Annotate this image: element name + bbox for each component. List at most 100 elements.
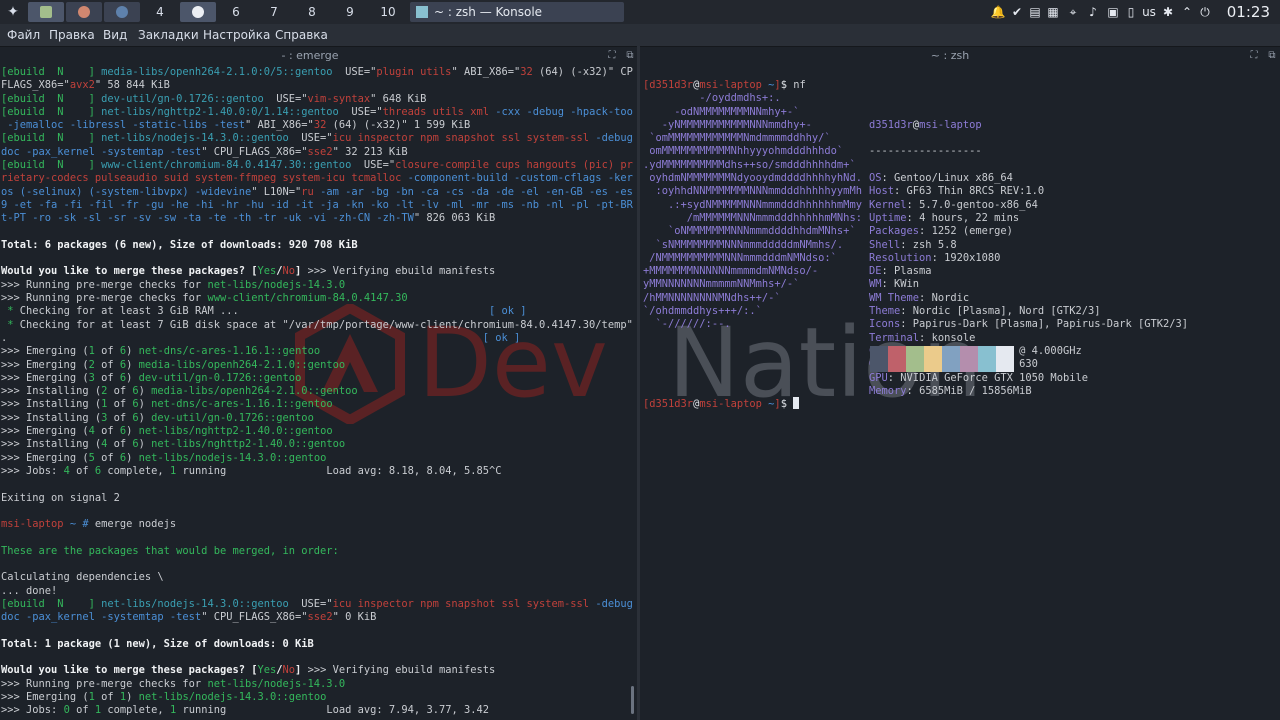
power-icon[interactable]: ⏻: [1198, 4, 1212, 20]
logo-line: /hMMNNNNNNNNMNdhs++/-`: [643, 291, 781, 304]
terminal-line: >>> Installing (1 of 6) net-dns/c-ares-1…: [1, 398, 333, 411]
info-row: WM: KWin: [869, 278, 920, 291]
logo-line: -odNMMMMMMMMNNmhy+-`: [643, 105, 800, 118]
detach-pane-icon[interactable]: ⧉: [1266, 50, 1278, 62]
info-row: Resolution: 1920x1080: [869, 251, 1001, 264]
terminal-line: msi-laptop ~ # emerge nodejs: [1, 518, 177, 531]
notifications-icon[interactable]: 🔔: [990, 4, 1006, 20]
terminal-line: t-PT -ro -sk -sl -sr -sv -sw -ta -te -th…: [1, 212, 496, 225]
menu-help[interactable]: Справка: [275, 27, 328, 43]
terminal-line: >>> Installing (2 of 6) media-libs/openh…: [1, 385, 358, 398]
terminal-line: [ebuild N ] net-libs/nghttp2-1.40.0:0/1.…: [1, 105, 633, 118]
logo-line: yMMNNNNNNNmmmmmNNMmhs+/-`: [643, 278, 800, 291]
menu-settings[interactable]: Настройка: [203, 27, 270, 43]
menu-bookmarks[interactable]: Закладки: [138, 27, 199, 43]
left-terminal[interactable]: [ebuild N ] media-libs/openh264-2.1.0:0/…: [1, 66, 633, 720]
logo-line: /mMMMMMMNNNmmmdddhhhhhmMNhs:: [643, 211, 862, 224]
pager-desktop-10[interactable]: 10: [370, 2, 406, 22]
scrollbar-handle[interactable]: [631, 686, 634, 714]
pager-desktop-1[interactable]: [28, 2, 64, 22]
clock[interactable]: 01:23: [1227, 2, 1270, 22]
info-header: d351d3r@msi-laptop: [869, 118, 982, 131]
info-row: OS: Gentoo/Linux x86_64: [869, 172, 1013, 185]
terminal-line: [ebuild N ] dev-util/gn-0.1726::gentoo U…: [1, 92, 427, 105]
logo-line: `/ohdmmddhys+++/:.`: [643, 305, 762, 318]
keyboard-layout[interactable]: us: [1140, 4, 1158, 20]
palette-swatch: [870, 346, 888, 372]
pager-desktop-4[interactable]: 4: [142, 2, 178, 22]
tray-expand-icon[interactable]: ⌃: [1180, 4, 1194, 20]
pager-desktop-9[interactable]: 9: [332, 2, 368, 22]
task-label: ~ : zsh — Konsole: [434, 5, 543, 19]
terminal-line: * Checking for at least 7 GiB disk space…: [1, 318, 633, 331]
right-pane-title: ~ : zsh: [930, 49, 970, 62]
palette-swatch: [978, 346, 996, 372]
palette-swatch: [924, 346, 942, 372]
terminal-line: >>> Running pre-merge checks for net-lib…: [1, 278, 346, 291]
terminal-line: rietary-codecs pulseaudio suid system-ff…: [1, 172, 633, 185]
pager-desktop-3[interactable]: [104, 2, 140, 22]
terminal-line: * Checking for at least 3 GiB RAM ... [ …: [1, 305, 527, 318]
split-divider[interactable]: [637, 46, 640, 720]
terminal-line: >>> Running pre-merge checks for net-lib…: [1, 677, 346, 690]
terminal-line: Total: 6 packages (6 new), Size of downl…: [1, 238, 358, 251]
volume-icon[interactable]: ♪: [1086, 4, 1100, 20]
logo-line: `oNMMMMMMMNNNmmmddddhhdmMNhs+`: [643, 225, 856, 238]
terminal-line: ... done!: [1, 584, 58, 597]
menubar: Файл Правка Вид Закладки Настройка Справ…: [0, 24, 1280, 47]
updates-icon[interactable]: ✔: [1010, 4, 1024, 20]
menu-file[interactable]: Файл: [7, 27, 40, 43]
pager-desktop-5[interactable]: [180, 2, 216, 22]
logo-line: .:+sydNMMMMMNNNmmmdddhhhhhhmMmy: [643, 198, 862, 211]
location-icon[interactable]: ⌖: [1066, 4, 1080, 20]
terminal-line: >>> Running pre-merge checks for www-cli…: [1, 292, 408, 305]
battery-icon[interactable]: ▯: [1124, 4, 1138, 20]
gentoo-ascii-logo: -/oyddmdhs+:. -odNMMMMMMMMNNmhy+-` -yNMM…: [643, 79, 862, 332]
terminal-line: >>> Installing (3 of 6) dev-util/gn-0.17…: [1, 411, 314, 424]
logo-line: `omMMMMMMMMMMMMNmdmmmmddhhy/`: [643, 132, 831, 145]
maximize-pane-icon[interactable]: ⛶: [1248, 50, 1260, 62]
info-row: Packages: 1252 (emerge): [869, 225, 1013, 238]
pager-desktop-7[interactable]: 7: [256, 2, 292, 22]
bluetooth-icon[interactable]: ✱: [1160, 4, 1176, 20]
info-row: Shell: zsh 5.8: [869, 238, 957, 251]
pager-desktop-8[interactable]: 8: [294, 2, 330, 22]
terminal-line: >>> Jobs: 0 of 1 complete, 1 running Loa…: [1, 704, 490, 717]
maximize-pane-icon[interactable]: ⛶: [606, 50, 618, 62]
clipboard-icon[interactable]: ▤: [1028, 4, 1042, 20]
menu-edit[interactable]: Правка: [49, 27, 95, 43]
terminal-line: Would you like to merge these packages? …: [1, 664, 496, 677]
network-icon[interactable]: ▣: [1106, 4, 1120, 20]
pager-desktop-2[interactable]: [66, 2, 102, 22]
terminal-line: >>> Emerging (5 of 6) net-libs/nodejs-14…: [1, 451, 327, 464]
terminal-line: Calculating dependencies \: [1, 571, 164, 584]
detach-pane-icon[interactable]: ⧉: [624, 50, 636, 62]
kde-launcher-icon[interactable]: ✦: [4, 3, 22, 21]
logo-line: :oyhhdNNMMMMMMMNNNmmdddhhhhhyymMh: [643, 185, 862, 198]
palette-swatch: [906, 346, 924, 372]
prompt-line-2: [d351d3r@msi-laptop ~]$: [643, 397, 800, 411]
info-row: Memory: 6585MiB / 15856MiB: [869, 384, 1032, 397]
logo-line: `-//////:--.: [643, 318, 731, 331]
terminal-line: -jemalloc -libressl -static-libs -test" …: [1, 119, 471, 132]
top-panel: ✦ 4 6 7 8 9 10 ~ : zsh — Konsole 🔔 ✔ ▤ ▦…: [0, 0, 1280, 25]
terminal-line: >>> Emerging (2 of 6) media-libs/openh26…: [1, 358, 346, 371]
info-row: Icons: Papirus-Dark [Plasma], Papirus-Da…: [869, 318, 1189, 331]
logo-line: omMMMMMMMMMMMNhhyyyohmdddhhhdo`: [643, 145, 844, 158]
logo-line: +MMMMMMMNNNNNNmmmmdmNMNdso/-: [643, 265, 819, 278]
telegram-icon: [116, 5, 128, 18]
logo-line: -yNMMMMMMMMMMMNNNmmdhy+-: [643, 118, 812, 131]
menu-view[interactable]: Вид: [103, 27, 127, 43]
terminal-line: 9 -et -fa -fi -fil -fr -gu -he -hi -hr -…: [1, 198, 633, 211]
app-icon: [40, 5, 52, 18]
pager-desktop-6[interactable]: 6: [218, 2, 254, 22]
task-konsole[interactable]: ~ : zsh — Konsole: [410, 2, 624, 22]
device-icon[interactable]: ▦: [1046, 4, 1060, 20]
terminal-line: [ebuild N ] net-libs/nodejs-14.3.0::gent…: [1, 597, 633, 610]
terminal-line: >>> Emerging (4 of 6) net-libs/nghttp2-1…: [1, 425, 333, 438]
